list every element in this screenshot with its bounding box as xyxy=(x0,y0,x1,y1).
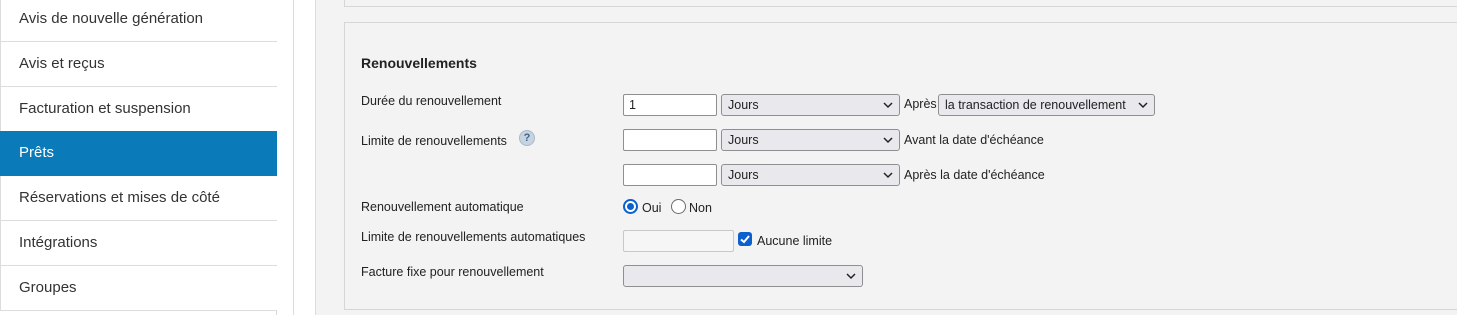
no-limit-label[interactable]: Aucune limite xyxy=(757,234,832,248)
sidebar-item-reservations[interactable]: Réservations et mises de côté xyxy=(0,176,277,221)
renewal-limit-after-unit-select[interactable]: Jours xyxy=(721,164,900,186)
auto-renewal-limit-input[interactable] xyxy=(623,230,734,252)
sidebar-item-billing-suspension[interactable]: Facturation et suspension xyxy=(0,87,277,132)
sidebar-item-label: Facturation et suspension xyxy=(19,100,191,117)
chevron-down-icon xyxy=(846,273,856,280)
sidebar-item-label: Avis de nouvelle génération xyxy=(19,10,204,27)
auto-renewal-yes-label[interactable]: Oui xyxy=(642,201,661,215)
sidebar-item-label: Prêts xyxy=(19,144,55,161)
fixed-invoice-label: Facture fixe pour renouvellement xyxy=(361,265,544,279)
select-value: la transaction de renouvellement xyxy=(945,98,1126,112)
after-due-date-label: Après la date d'échéance xyxy=(904,168,1045,182)
sidebar-item-label: Intégrations xyxy=(19,234,98,251)
previous-section-panel xyxy=(344,0,1457,7)
sidebar-item-loans[interactable]: Prêts xyxy=(0,131,277,176)
select-value: Jours xyxy=(728,98,759,112)
sidebar-item-integrations[interactable]: Intégrations xyxy=(0,221,277,266)
renewal-limit-after-input[interactable] xyxy=(623,164,717,186)
checkmark-icon xyxy=(740,235,750,244)
select-value: Jours xyxy=(728,133,759,147)
chevron-down-icon xyxy=(883,137,893,144)
renewal-duration-input[interactable]: 1 xyxy=(623,94,717,116)
renewal-reference-select[interactable]: la transaction de renouvellement xyxy=(938,94,1155,116)
section-title: Renouvellements xyxy=(361,55,477,71)
settings-sidebar: Avis de nouvelle génération Avis et reçu… xyxy=(0,0,277,315)
renewal-limit-before-input[interactable] xyxy=(623,129,717,151)
no-limit-checkbox[interactable] xyxy=(738,232,752,246)
renewal-duration-unit-select[interactable]: Jours xyxy=(721,94,900,116)
chevron-down-icon xyxy=(883,172,893,179)
chevron-down-icon xyxy=(883,102,893,109)
auto-renewal-label: Renouvellement automatique xyxy=(361,200,524,214)
before-due-date-label: Avant la date d'échéance xyxy=(904,133,1044,147)
sidebar-item-next-gen-notices[interactable]: Avis de nouvelle génération xyxy=(0,0,277,42)
sidebar-item-label: Groupes xyxy=(19,279,77,296)
sidebar-item-notices-receipts[interactable]: Avis et reçus xyxy=(0,42,277,87)
content-divider xyxy=(293,0,294,315)
chevron-down-icon xyxy=(1138,102,1148,109)
auto-renewal-no-radio[interactable] xyxy=(671,199,686,214)
auto-renewal-yes-radio[interactable] xyxy=(623,199,638,214)
fixed-invoice-select[interactable] xyxy=(623,265,863,287)
auto-renewal-limit-label: Limite de renouvellements automatiques xyxy=(361,230,586,244)
renewal-limit-label: Limite de renouvellements xyxy=(361,134,507,148)
sidebar-item-label: Avis et reçus xyxy=(19,55,105,72)
after-label: Après xyxy=(904,97,937,111)
renewal-duration-label: Durée du renouvellement xyxy=(361,94,502,108)
renewal-limit-before-unit-select[interactable]: Jours xyxy=(721,129,900,151)
auto-renewal-no-label[interactable]: Non xyxy=(689,201,712,215)
sidebar-item-label: Réservations et mises de côté xyxy=(19,189,220,206)
select-value: Jours xyxy=(728,168,759,182)
sidebar-item-groups[interactable]: Groupes xyxy=(0,266,277,311)
help-icon[interactable]: ? xyxy=(519,130,535,146)
